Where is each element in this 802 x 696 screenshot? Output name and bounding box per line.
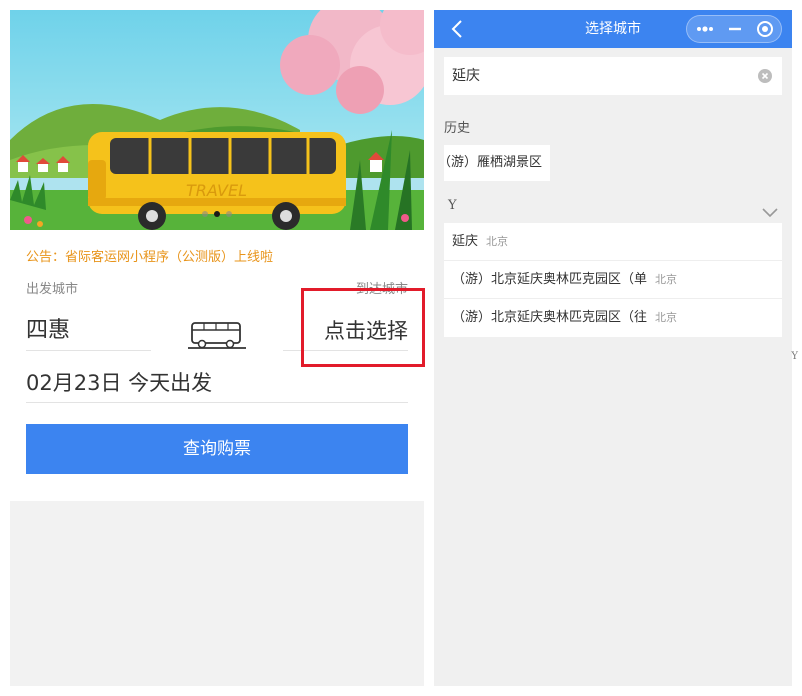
clear-circle-icon[interactable] [758,69,772,83]
history-label: 历史 [444,121,471,136]
result-city: 北京 [486,235,509,248]
alphabet-index-letter[interactable]: Y [791,351,798,362]
result-city: 北京 [655,273,678,286]
swap-bus-icon[interactable] [186,319,248,355]
banner-illustration: TRAVEL [10,10,424,230]
departure-city-label: 出发城市 [26,282,79,297]
chevron-down-icon[interactable] [762,203,778,222]
carousel-dot[interactable] [202,211,208,217]
carousel-indicator[interactable] [10,211,424,217]
mini-program-capsule [686,15,782,43]
list-item[interactable]: （游）北京延庆奥林匹克园区（往 北京 [444,299,782,337]
target-close-icon[interactable] [755,19,775,39]
list-item[interactable]: （游）北京延庆奥林匹克园区（单 北京 [444,261,782,299]
history-item-label: （游）雁栖湖景区（往 [444,155,550,170]
history-item[interactable]: （游）雁栖湖景区（往 [444,145,550,181]
group-letter: Y [448,198,457,213]
banner-travel-text: TRAVEL [186,181,247,200]
announcement-text[interactable]: 公告：省际客运网小程序（公测版）上线啦 [26,246,273,265]
search-tickets-button[interactable]: 查询购票 [26,424,408,474]
city-search-value[interactable]: 延庆 [452,57,480,95]
select-city-page: 选择城市 延庆 历史 （游）雁栖湖景区（往 Y 延庆北京 [434,10,792,686]
city-search-input[interactable]: 延庆 [444,57,782,95]
departure-date-field[interactable]: 02月23日 今天出发 [26,368,408,403]
banner-carousel[interactable]: TRAVEL [10,10,424,230]
minus-icon[interactable] [725,21,745,37]
nav-bar: 选择城市 [434,10,792,48]
ticket-search-card: TRAVEL 公告：省际客运网小程序（公测版）上线啦 出发城市 到达城市 四惠 [10,10,424,501]
result-city: 北京 [655,311,678,324]
result-name: （游）北京延庆奥林匹克园区（单 [452,272,648,287]
carousel-dot[interactable] [226,211,232,217]
chevron-left-icon[interactable] [448,18,468,40]
result-name: 延庆 [452,234,479,249]
result-name: （游）北京延庆奥林匹克园区（往 [452,310,648,325]
carousel-dot-active[interactable] [214,211,220,217]
city-result-list: 延庆 北京 （游）北京延庆奥林匹克园区（单 北京 （游）北京延庆奥林匹克园区（往 北京 [444,223,782,337]
list-item[interactable]: 延庆 北京 [444,223,782,261]
departure-city-field[interactable]: 四惠 [26,316,151,351]
annotation-highlight-box [301,288,425,367]
more-dots-icon[interactable] [695,21,715,37]
